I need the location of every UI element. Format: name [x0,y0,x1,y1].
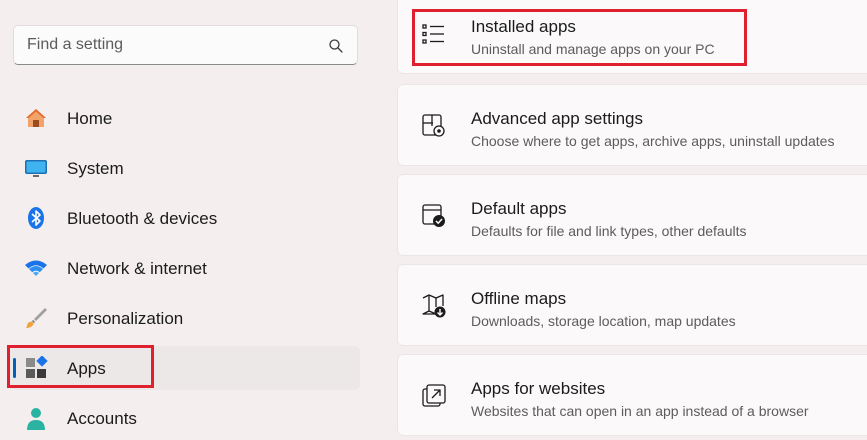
bluetooth-icon [28,207,44,229]
sidebar-item-label: Network & internet [67,259,207,278]
card-default-apps[interactable]: Default apps Defaults for file and link … [397,174,867,256]
sidebar-item-accounts[interactable]: Accounts [8,396,360,440]
card-title: Default apps [471,199,567,218]
card-advanced-app-settings[interactable]: Advanced app settings Choose where to ge… [397,84,867,166]
card-description: Downloads, storage location, map updates [471,313,736,329]
open-external-icon [422,384,446,407]
default-apps-icon [422,204,445,227]
sidebar-item-personalization[interactable]: Personalization [8,296,360,340]
card-description: Websites that can open in an app instead… [471,403,809,419]
wifi-icon [25,260,47,276]
map-icon [422,294,446,318]
highlight-box-installed-apps [412,9,747,66]
sidebar-item-label: Accounts [67,409,137,428]
card-title: Apps for websites [471,379,606,398]
home-icon [26,109,46,127]
sidebar-item-label: Home [67,109,113,128]
sidebar-item-label: Personalization [67,309,184,328]
sidebar-item-home[interactable]: Home [8,96,360,140]
sidebar-item-system[interactable]: System [8,146,360,190]
search-icon[interactable] [328,38,344,54]
card-apps-for-websites[interactable]: Apps for websites Websites that can open… [397,354,867,436]
highlight-box-apps [7,345,154,388]
sidebar-item-network[interactable]: Network & internet [8,246,360,290]
search-box[interactable]: Find a setting [13,25,358,65]
account-icon [27,408,45,430]
search-input[interactable]: Find a setting [27,36,123,54]
sidebar-item-label: Bluetooth & devices [67,209,218,228]
card-description: Defaults for file and link types, other … [471,223,747,239]
card-description: Choose where to get apps, archive apps, … [471,133,835,149]
card-title: Offline maps [471,289,567,308]
sidebar-item-label: System [67,159,124,178]
sidebar-item-bluetooth[interactable]: Bluetooth & devices [8,196,360,240]
sidebar: Find a setting Home System Bluetooth & d… [0,0,380,430]
brush-icon [26,308,47,328]
app-settings-icon [422,114,445,137]
system-icon [25,160,47,177]
card-offline-maps[interactable]: Offline maps Downloads, storage location… [397,264,867,346]
card-title: Advanced app settings [471,109,644,128]
